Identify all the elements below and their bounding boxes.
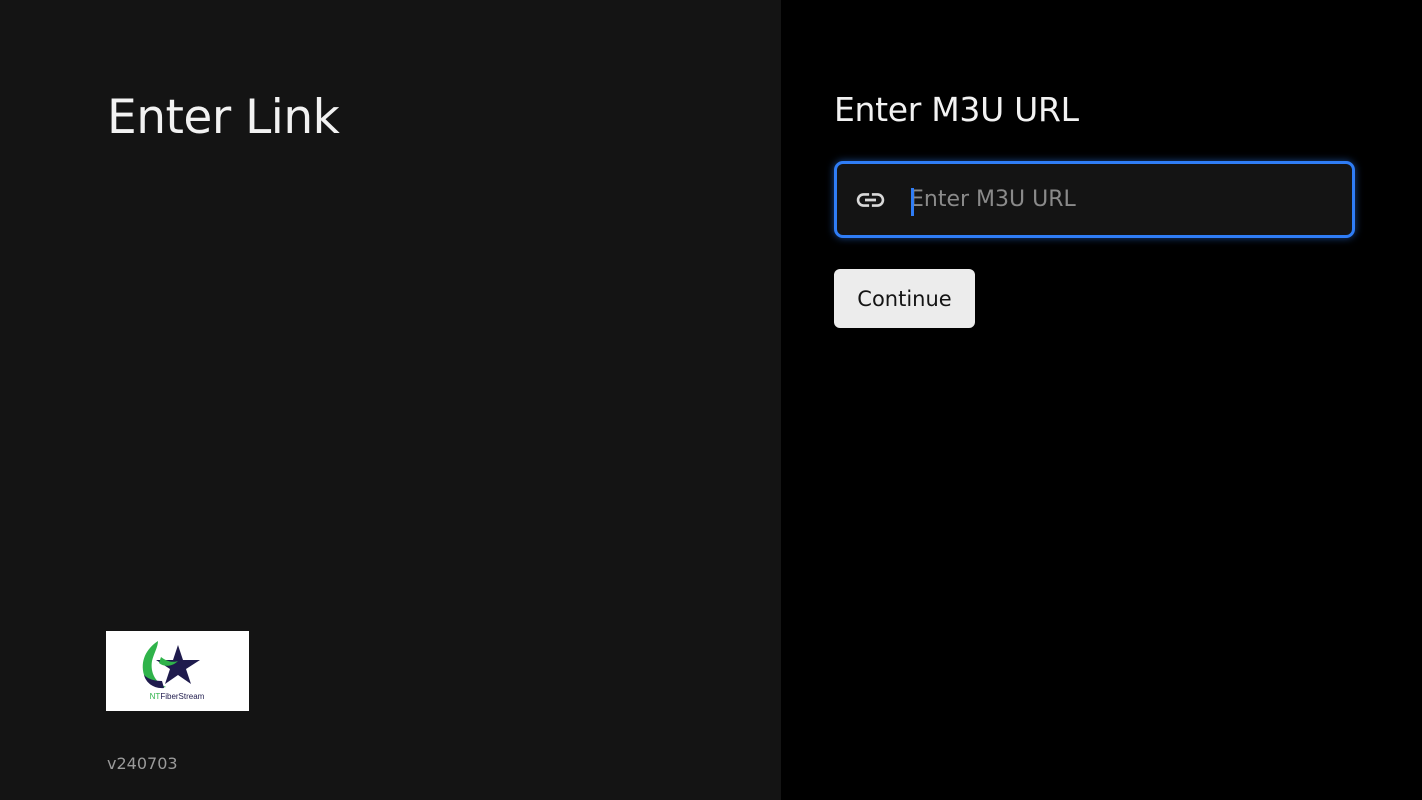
left-panel: Enter Link NTFiberStream v240703	[0, 0, 781, 800]
brand-logo: NTFiberStream	[106, 631, 249, 711]
svg-text:NTFiberStream: NTFiberStream	[150, 692, 205, 701]
url-field-heading: Enter M3U URL	[834, 90, 1079, 129]
link-icon	[854, 183, 887, 216]
ntfiberstream-logo-icon: NTFiberStream	[142, 641, 205, 701]
m3u-url-input[interactable]	[910, 164, 1340, 235]
page-title: Enter Link	[107, 90, 340, 145]
m3u-url-field[interactable]	[834, 161, 1355, 238]
m3u-setup-screen: Enter Link NTFiberStream v240703 Enter M…	[0, 0, 1422, 800]
continue-button[interactable]: Continue	[834, 269, 975, 328]
app-version: v240703	[107, 754, 178, 773]
text-caret	[911, 188, 914, 216]
